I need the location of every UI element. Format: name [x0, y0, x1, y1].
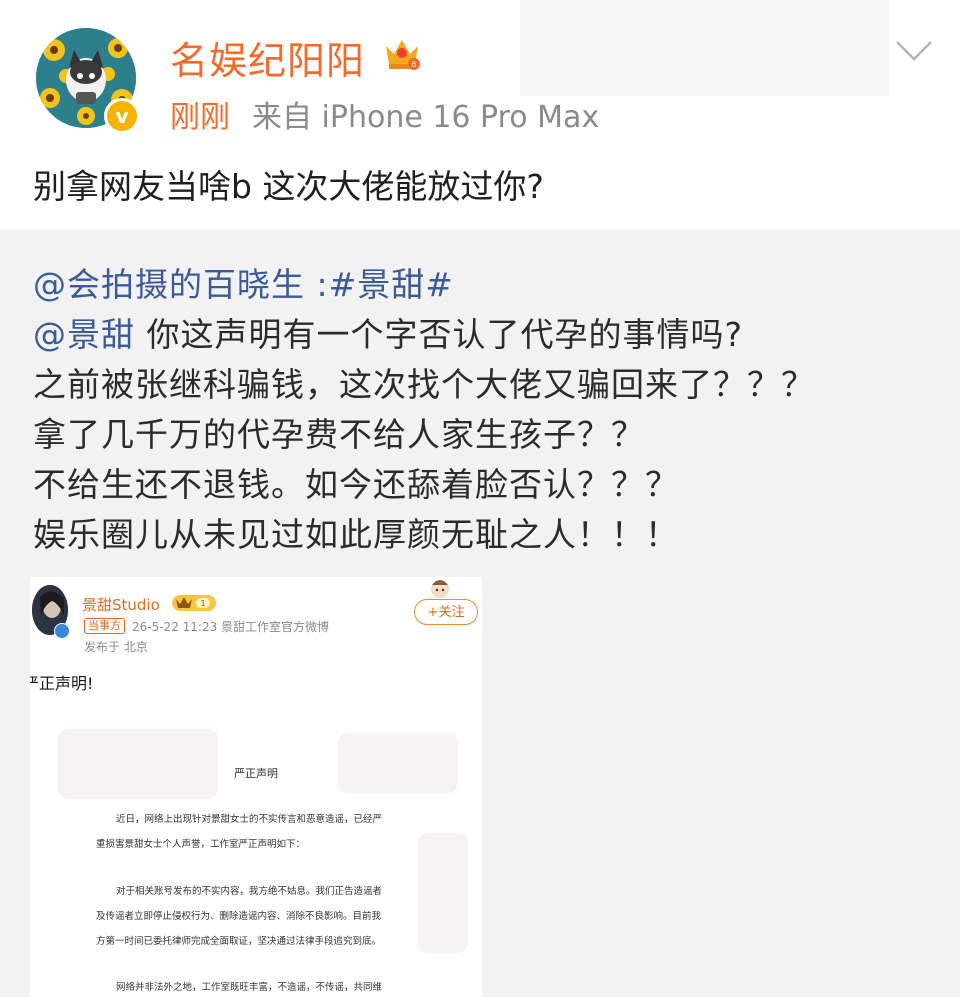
studio-location: 发布于 北京: [84, 640, 148, 654]
post-source: 来自 iPhone 16 Pro Max: [252, 100, 600, 135]
username[interactable]: 名娱纪阳阳: [170, 30, 365, 85]
document-line: 及传谣者立即停止侵权行为、删除造谣内容、消除不良影响。目前我: [96, 911, 382, 922]
studio-verified-icon: [54, 623, 70, 639]
blurred-overlay: [520, 0, 890, 96]
follow-button[interactable]: +关注: [414, 599, 478, 625]
studio-name: 景甜Studio: [82, 596, 160, 614]
svg-text:1: 1: [200, 599, 205, 608]
document-line: 方第一时间已委托律师完成全面取证，坚决通过法律手段追究到底。: [96, 936, 382, 947]
crown-icon: 6: [386, 40, 420, 70]
title-text: 正声明!: [39, 674, 94, 693]
statement-title: 严正声明!: [30, 670, 93, 694]
document-line: 近日，网络上出现针对景甜女士的不实传言和恶意造谣，已经严: [116, 814, 383, 825]
mention-link[interactable]: @会拍摄的百晓生: [33, 265, 305, 304]
attached-image[interactable]: 景甜Studio 1 当事方 26-5-22 11:23 景甜工作室官方微博 发…: [30, 577, 482, 997]
repost-text: 你这声明有一个字否认了代孕的事情吗?: [135, 315, 744, 354]
statement-document: 严正声明 近日，网络上出现针对景甜女士的不实传言和恶意造谣，已经严 重损害景甜女…: [38, 723, 476, 997]
post-text: 别拿网友当啥b 这次大佬能放过你?: [33, 167, 544, 206]
sticker-icon: [431, 580, 449, 598]
document-line: 重损害景甜女士个人声誉，工作室严正声明如下：: [96, 839, 306, 850]
topic-link[interactable]: :#景甜#: [305, 265, 454, 304]
repost-line: @会拍摄的百晓生 :#景甜#: [33, 258, 454, 306]
verified-icon: v: [104, 98, 140, 134]
repost-line: 之前被张继科骗钱，这次找个大佬又骗回来了？？？: [33, 365, 815, 404]
post-meta: 刚刚 来自 iPhone 16 Pro Max: [170, 92, 599, 136]
document-line: 网络并非法外之地，工作室既旺丰富，不造谣，不传谣，共同维: [116, 982, 383, 993]
repost-line: 拿了几千万的代孕费不给人家生孩子？？: [33, 415, 645, 454]
level-badge-icon: 1: [172, 595, 216, 611]
studio-meta: 26-5-22 11:23 景甜工作室官方微博: [132, 620, 330, 634]
repost-line: @景甜 你这声明有一个字否认了代孕的事情吗?: [33, 308, 743, 356]
post-time: 刚刚: [170, 100, 230, 135]
document-line: 对于相关账号发布的不实内容，我方绝不姑息。我们正告造谣者: [116, 886, 383, 897]
mention-link[interactable]: @景甜: [33, 315, 135, 354]
document-heading: 严正声明: [234, 767, 278, 780]
repost-line: 不给生还不退钱。如今还舔着脸否认？？？: [33, 465, 679, 504]
chevron-down-icon[interactable]: [894, 38, 934, 64]
repost-line: 娱乐圈儿从未见过如此厚颜无耻之人！！！: [33, 515, 679, 554]
role-tag: 当事方: [84, 618, 125, 634]
post-card: v 名娱纪阳阳 6 刚刚 来自 iPhone 16 Pro Max 别拿网友当啥b…: [0, 0, 960, 230]
title-clipped-char: 严: [30, 674, 39, 693]
svg-text:6: 6: [411, 60, 416, 69]
